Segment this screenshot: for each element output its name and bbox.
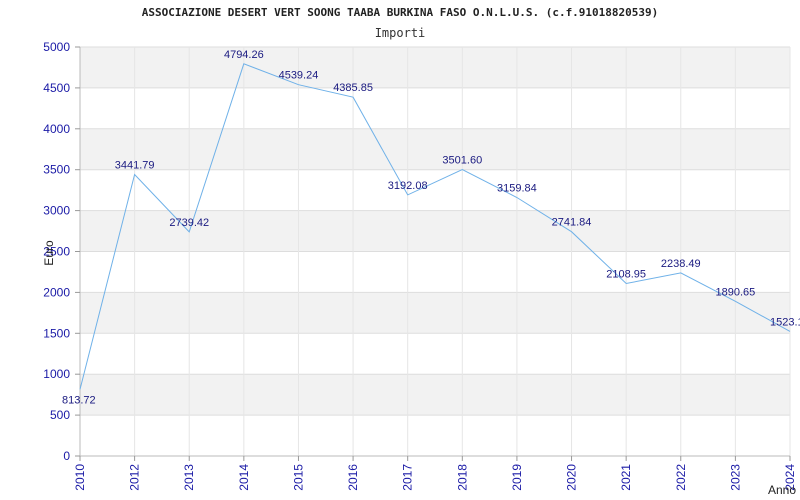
x-tick-label: 2012 — [128, 464, 142, 491]
data-label: 2238.49 — [661, 258, 701, 270]
y-tick-label: 1500 — [43, 326, 70, 340]
data-label: 1523.1 — [770, 316, 800, 328]
x-tick-label: 2023 — [728, 464, 742, 491]
y-tick-label: 1000 — [43, 367, 70, 381]
x-axis-label: Anno — [768, 483, 796, 497]
data-label: 3441.79 — [115, 159, 155, 171]
data-label: 1890.65 — [716, 286, 756, 298]
data-label: 3501.60 — [442, 155, 482, 167]
grid-band — [80, 47, 790, 88]
x-tick-label: 2013 — [182, 464, 196, 491]
y-tick-label: 2000 — [43, 285, 70, 299]
grid-band — [80, 292, 790, 334]
x-tick-label: 2022 — [674, 464, 688, 491]
x-tick-label: 2014 — [237, 464, 251, 491]
chart-root: ASSOCIAZIONE DESERT VERT SOONG TAABA BUR… — [0, 0, 800, 500]
data-label: 2741.84 — [552, 217, 592, 229]
x-tick-label: 2016 — [346, 464, 360, 491]
grid-bands — [80, 47, 790, 416]
data-label: 2739.42 — [169, 217, 209, 229]
data-label: 4385.85 — [333, 82, 373, 94]
y-tick-label: 4500 — [43, 81, 70, 95]
grid-band — [80, 128, 790, 170]
x-tick-label: 2017 — [401, 464, 415, 491]
x-tick-label: 2021 — [619, 464, 633, 491]
y-tick-label: 5000 — [43, 40, 70, 54]
y-tick-label: 3500 — [43, 163, 70, 177]
x-tick-label: 2019 — [510, 464, 524, 491]
y-tick-label: 500 — [50, 408, 70, 422]
data-label: 2108.95 — [606, 268, 646, 280]
grid-band — [80, 374, 790, 416]
x-tick-label: 2010 — [73, 464, 87, 491]
y-tick-label: 3000 — [43, 204, 70, 218]
data-label: 4539.24 — [279, 70, 319, 82]
y-tick-label: 0 — [63, 449, 70, 463]
y-axis-label: Euro — [42, 240, 56, 266]
x-ticks: 2010 2012 2013 2014 2015 2016 2017 2018 2019 2020… — [73, 456, 797, 491]
x-tick-label: 2018 — [455, 464, 469, 491]
chart-svg: 0500100015002000250030003500400045005000… — [42, 40, 800, 497]
y-tick-label: 4000 — [43, 122, 70, 136]
x-tick-label: 2020 — [565, 464, 579, 491]
data-label: 813.72 — [62, 394, 96, 406]
data-label: 3192.08 — [388, 180, 428, 192]
data-label: 4794.26 — [224, 49, 264, 61]
data-label: 3159.84 — [497, 183, 537, 195]
x-tick-label: 2015 — [291, 464, 305, 491]
